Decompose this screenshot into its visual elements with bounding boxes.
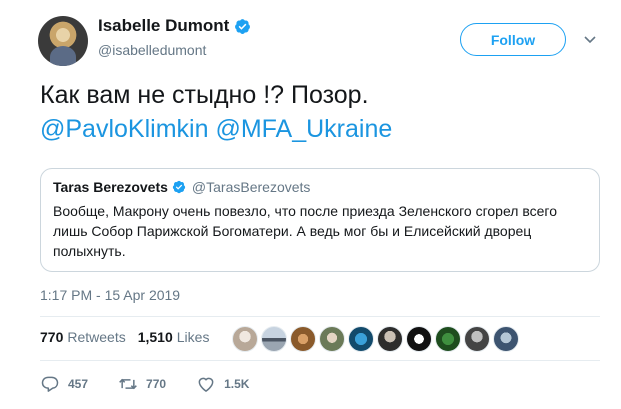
retweets-count[interactable]: 770 xyxy=(40,329,63,345)
quoted-tweet[interactable]: Taras Berezovets @TarasBerezovets Вообще… xyxy=(40,168,600,272)
divider xyxy=(40,360,600,361)
liker-avatar[interactable] xyxy=(435,326,461,352)
likes-label[interactable]: Likes xyxy=(177,329,210,345)
follow-button[interactable]: Follow xyxy=(460,23,566,56)
retweet-count: 770 xyxy=(146,377,167,391)
verified-badge-icon xyxy=(235,18,251,34)
quoted-author-name: Taras Berezovets xyxy=(53,179,168,195)
liker-avatar[interactable] xyxy=(319,326,345,352)
heart-icon xyxy=(198,377,214,392)
liker-avatar[interactable] xyxy=(377,326,403,352)
tweet-stats: 770 Retweets 1,510 Likes xyxy=(40,329,221,345)
tweet-actions: 457 770 1.5K xyxy=(40,374,279,394)
tweet-timestamp[interactable]: 1:17 PM - 15 Apr 2019 xyxy=(40,287,180,303)
quoted-tweet-text: Вообще, Макрону очень повезло, что после… xyxy=(53,203,557,259)
likers-avatars xyxy=(232,326,519,352)
chevron-down-icon[interactable] xyxy=(582,33,598,47)
likes-count[interactable]: 1,510 xyxy=(138,329,173,345)
like-count: 1.5K xyxy=(224,377,250,391)
tweet-text: Как вам не стыдно !? Позор. @PavloKlimki… xyxy=(40,78,392,146)
liker-avatar[interactable] xyxy=(406,326,432,352)
retweet-icon xyxy=(119,378,137,390)
reply-count: 457 xyxy=(68,377,89,391)
verified-badge-icon xyxy=(172,180,186,194)
retweet-button[interactable]: 770 xyxy=(118,374,166,394)
reply-icon xyxy=(41,376,59,392)
like-button[interactable]: 1.5K xyxy=(196,374,249,394)
mention-link[interactable]: @PavloKlimkin xyxy=(40,115,208,143)
tweet-text-line: Как вам не стыдно !? Позор. xyxy=(40,81,369,109)
quoted-author-handle: @TarasBerezovets xyxy=(191,179,311,195)
retweets-label[interactable]: Retweets xyxy=(67,329,125,345)
liker-avatar[interactable] xyxy=(290,326,316,352)
author-avatar[interactable] xyxy=(38,16,88,66)
divider xyxy=(40,316,600,317)
author-name-row[interactable]: Isabelle Dumont xyxy=(98,16,251,36)
reply-button[interactable]: 457 xyxy=(40,374,88,394)
liker-avatar[interactable] xyxy=(464,326,490,352)
mention-link[interactable]: @MFA_Ukraine xyxy=(215,115,392,143)
author-handle[interactable]: @isabelledumont xyxy=(98,42,206,58)
liker-avatar[interactable] xyxy=(261,326,287,352)
liker-avatar[interactable] xyxy=(493,326,519,352)
author-display-name[interactable]: Isabelle Dumont xyxy=(98,16,229,36)
liker-avatar[interactable] xyxy=(232,326,258,352)
liker-avatar[interactable] xyxy=(348,326,374,352)
